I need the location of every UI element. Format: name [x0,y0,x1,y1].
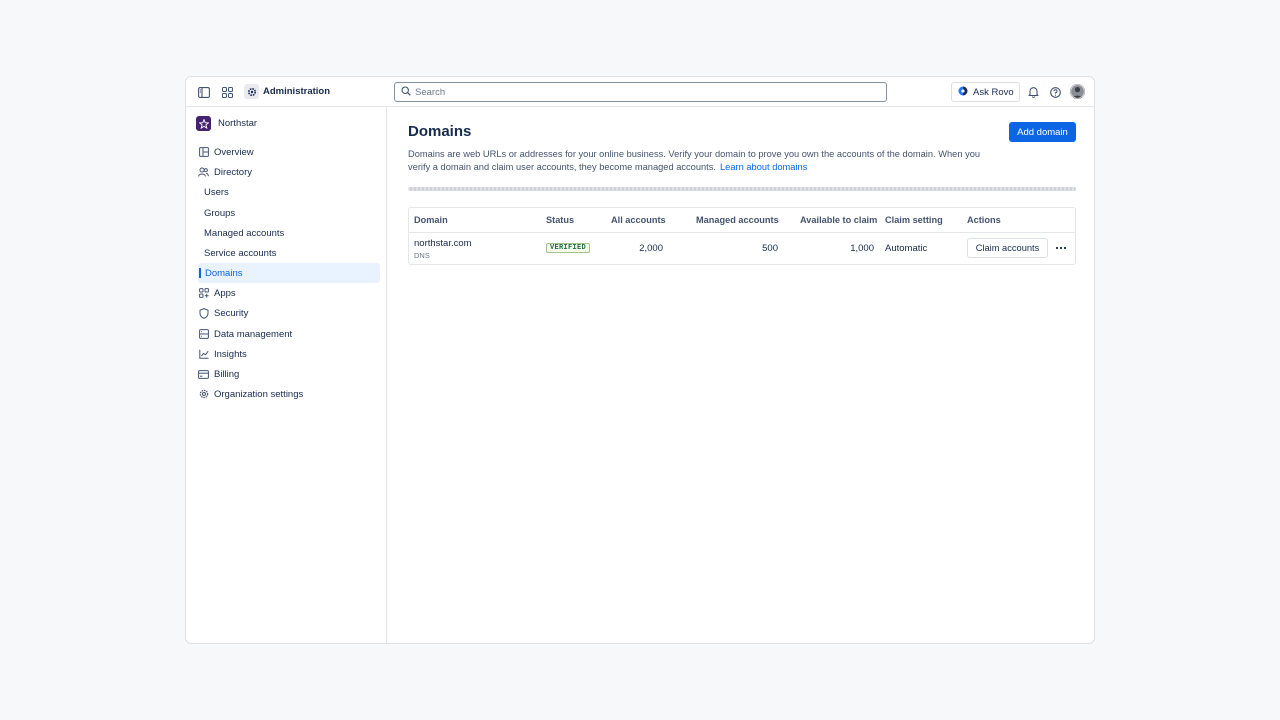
sidebar-item-label: Data management [214,328,293,340]
top-bar: Administration Ask Rovo [186,77,1094,107]
column-header-all-accounts[interactable]: All accounts [611,215,666,225]
sidebar-item-apps[interactable]: Apps [196,283,380,303]
sidebar-item-label: Domains [205,267,243,279]
domain-name[interactable]: northstar.com [414,238,472,249]
sidebar-item-data-management[interactable]: Data management [196,324,380,344]
page-title: Domains [408,123,472,140]
column-header-managed-accounts[interactable]: Managed accounts [696,215,779,225]
apps-icon [198,288,209,299]
ask-rovo-label: Ask Rovo [973,86,1014,98]
sidebar-item-organization-settings[interactable]: Organization settings [196,384,380,404]
sidebar-item-security[interactable]: Security [196,303,380,323]
org-star-icon [196,116,211,131]
gear-icon [198,389,209,400]
status-badge: VERIFIED [546,243,591,253]
sidebar: Northstar Overview Directory Users Group… [186,107,387,643]
claim-accounts-button[interactable]: Claim accounts [967,238,1048,258]
search-icon [401,85,411,99]
sidebar-toggle-icon[interactable] [197,85,211,99]
more-actions-icon[interactable] [1053,240,1069,256]
column-header-claim-setting[interactable]: Claim setting [885,215,943,225]
add-domain-button[interactable]: Add domain [1009,122,1076,142]
section-divider [408,187,1076,191]
sidebar-item-label: Organization settings [214,388,304,400]
org-name: Northstar [218,118,258,129]
help-icon[interactable] [1048,85,1062,99]
people-icon [198,167,209,178]
org-switcher[interactable]: Northstar [196,116,257,131]
user-avatar[interactable] [1070,84,1085,99]
overview-icon [198,147,209,158]
search-input[interactable] [415,86,875,98]
available-to-claim-value: 1,000 [850,243,874,254]
page-description: Domains are web URLs or addresses for yo… [408,148,983,173]
sidebar-item-label: Security [214,307,249,319]
app-switcher-icon[interactable] [220,85,234,99]
column-header-domain[interactable]: Domain [414,215,448,225]
sidebar-item-insights[interactable]: Insights [196,344,380,364]
shield-icon [198,307,209,319]
sidebar-item-label: Insights [214,348,247,360]
header-divider [409,232,1075,233]
search-box[interactable] [394,82,887,102]
sidebar-item-service-accounts[interactable]: Service accounts [200,243,380,263]
sidebar-item-groups[interactable]: Groups [200,203,380,223]
app-title[interactable]: Administration [263,86,330,97]
sidebar-item-overview[interactable]: Overview [196,142,380,162]
sidebar-item-label: Directory [214,166,253,178]
all-accounts-value: 2,000 [639,243,663,254]
column-header-available-to-claim[interactable]: Available to claim [800,215,877,225]
description-text: Domains are web URLs or addresses for yo… [408,149,981,172]
sidebar-item-label: Overview [214,146,254,158]
claim-setting-value: Automatic [885,243,928,254]
learn-about-domains-link[interactable]: Learn about domains [720,162,807,172]
sidebar-item-label: Apps [214,287,236,299]
rovo-icon [958,86,968,99]
sidebar-item-users[interactable]: Users [200,182,380,202]
notifications-bell-icon[interactable] [1026,85,1040,99]
ask-rovo-button[interactable]: Ask Rovo [951,82,1020,102]
sidebar-item-directory[interactable]: Directory [196,162,380,182]
sidebar-item-billing[interactable]: Billing [196,364,380,384]
chart-icon [198,349,209,360]
sidebar-item-domains[interactable]: Domains [198,263,380,283]
sidebar-item-managed-accounts[interactable]: Managed accounts [200,223,380,243]
admin-window: Administration Ask Rovo [185,76,1095,644]
column-header-actions: Actions [967,215,1001,225]
column-header-status[interactable]: Status [546,215,574,225]
managed-accounts-value: 500 [762,243,778,254]
database-icon [198,329,209,340]
sidebar-item-label: Billing [214,368,240,380]
credit-card-icon [198,369,209,380]
domains-table: Domain Status All accounts Managed accou… [408,207,1076,265]
admin-gear-icon [244,84,259,99]
verification-method: DNS [414,251,430,260]
